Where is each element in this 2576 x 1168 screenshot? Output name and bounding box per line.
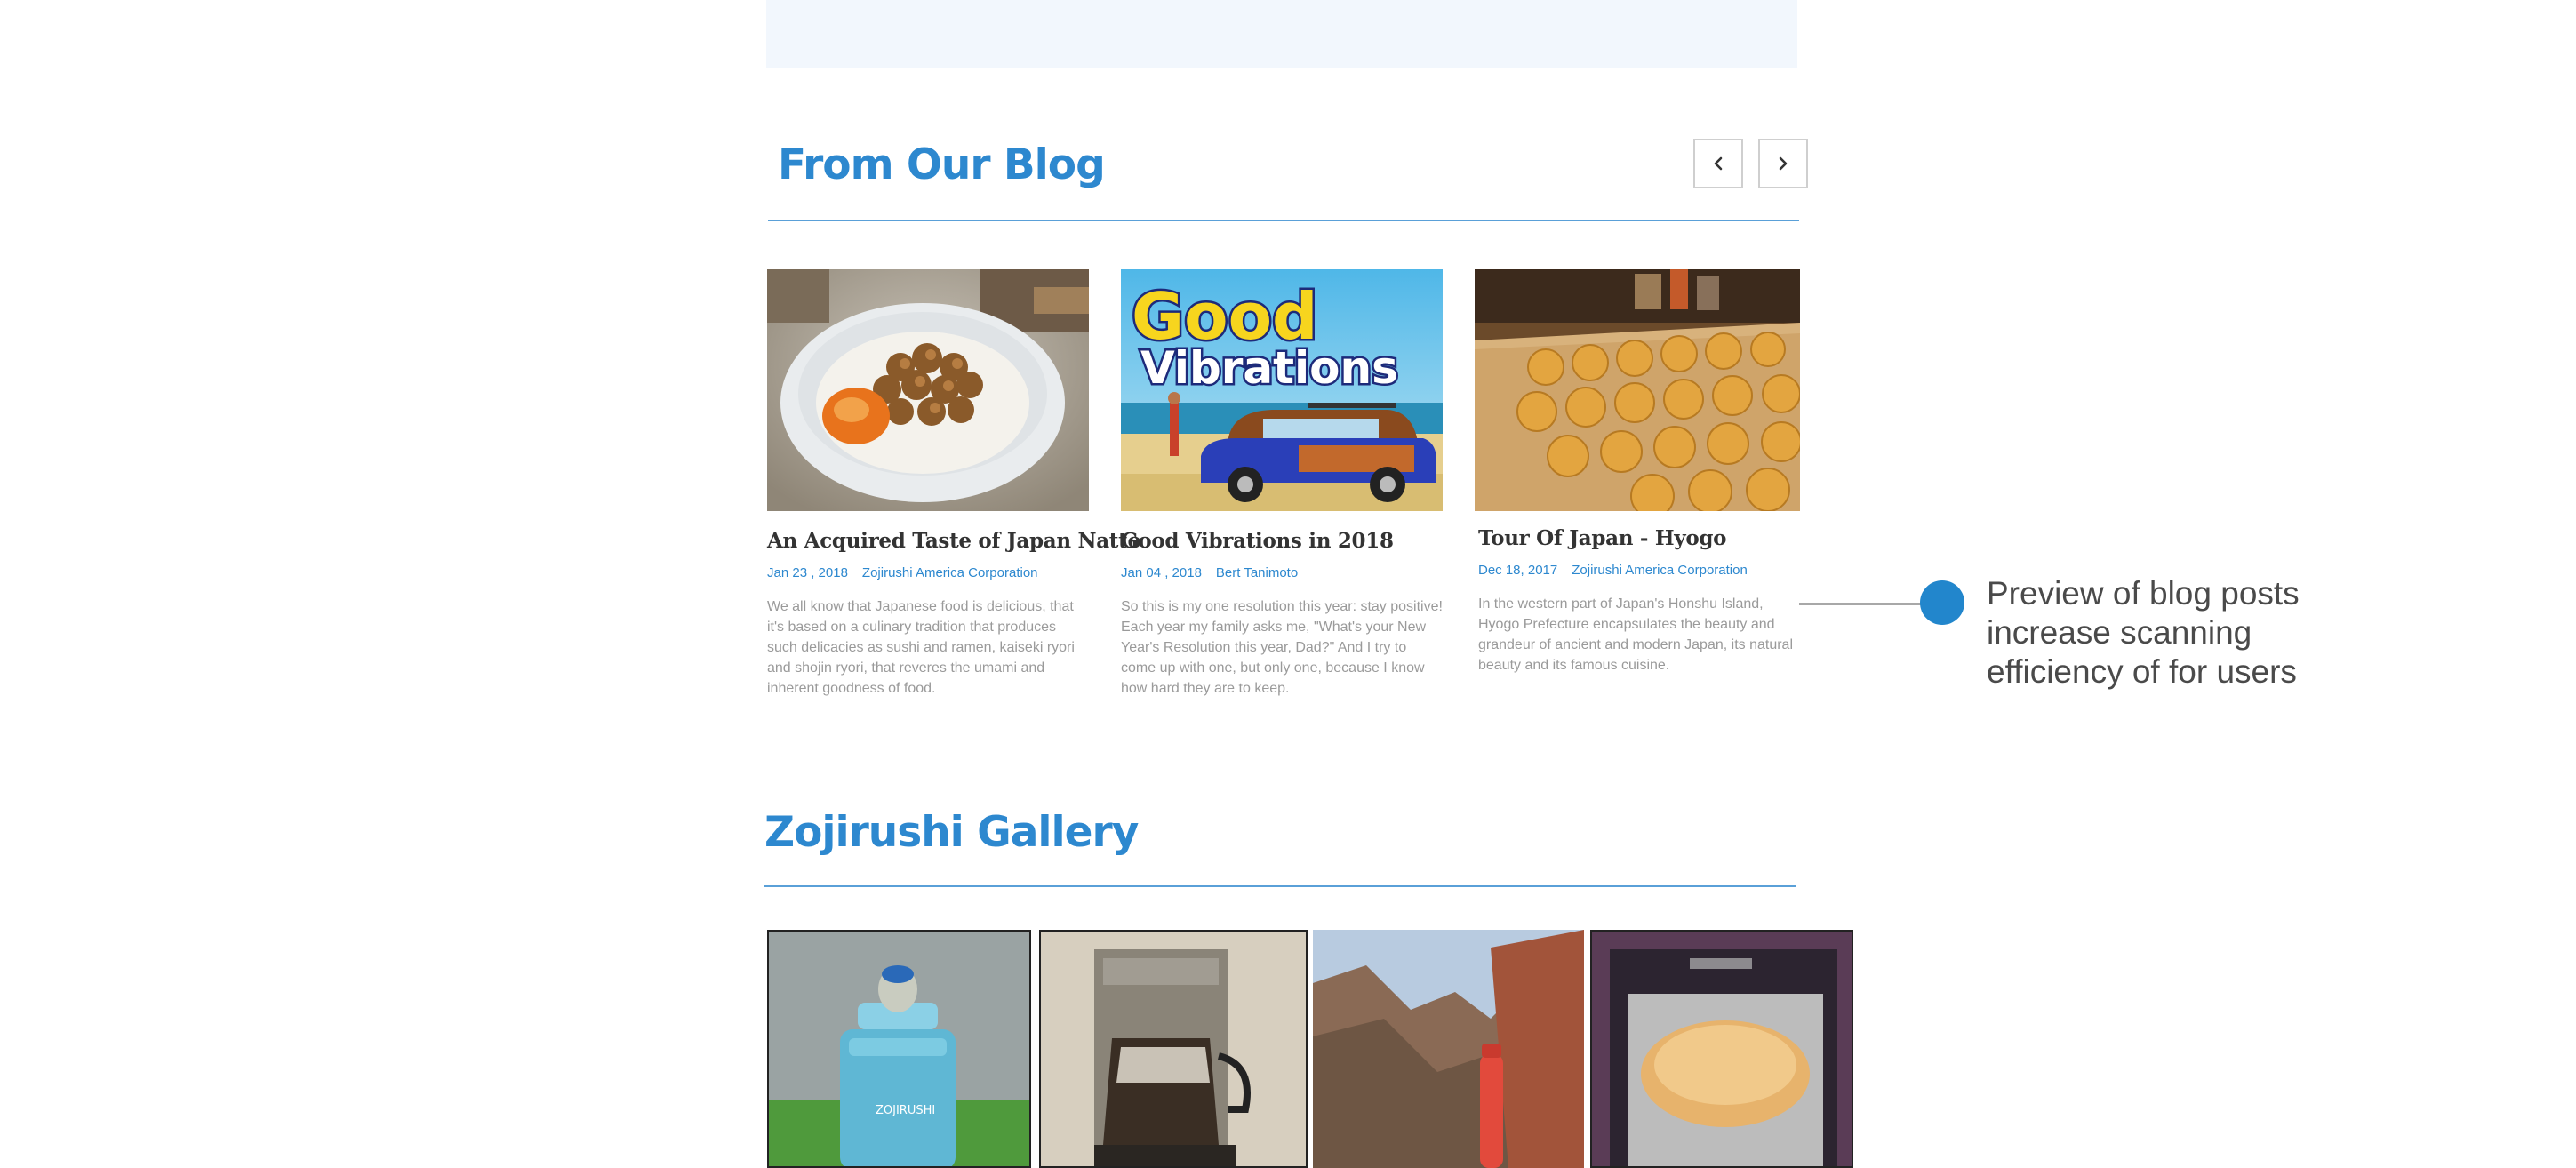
chevron-right-icon — [1779, 156, 1788, 171]
blog-card-author[interactable]: Bert Tanimoto — [1216, 565, 1298, 580]
blog-card-title[interactable]: An Acquired Taste of Japan Natto — [767, 529, 1141, 553]
blog-card-date: Dec 18, 2017 — [1478, 563, 1558, 578]
gallery-item-bread-maker[interactable] — [1590, 930, 1853, 1168]
callout-connector — [1799, 603, 1931, 605]
callout-marker — [1920, 580, 1964, 625]
blog-card[interactable]: Tour Of Japan - Hyogo Dec 18, 2017 Zojiru… — [1475, 269, 1800, 676]
blog-card-title[interactable]: Good Vibrations in 2018 — [1121, 529, 1443, 553]
gallery-item-canyon-bottle[interactable] — [1313, 930, 1584, 1168]
blog-section-title: From Our Blog — [778, 140, 1106, 189]
gallery-item-food-jar[interactable]: ZOJIRUSHI — [767, 930, 1031, 1168]
callout-text: Preview of blog posts increase scanning … — [1987, 575, 2300, 690]
blog-prev-button[interactable] — [1693, 139, 1743, 188]
page: From Our Blog An Acquired Taste of Japan… — [0, 0, 2576, 1168]
gallery-item-coffee-maker[interactable] — [1039, 930, 1308, 1168]
blog-next-button[interactable] — [1758, 139, 1808, 188]
blog-card[interactable]: Good Vibrations Good Vibrations in 2018 … — [1121, 269, 1443, 699]
blog-card-excerpt: So this is my one resolution this year: … — [1121, 599, 1443, 696]
blog-card-image-hyogo[interactable] — [1475, 269, 1800, 511]
blog-card[interactable]: An Acquired Taste of Japan Natto Jan 23 … — [767, 269, 1141, 699]
blog-card-author[interactable]: Zojirushi America Corporation — [1572, 563, 1748, 578]
blog-divider — [768, 220, 1799, 221]
blog-card-date: Jan 04 , 2018 — [1121, 565, 1202, 580]
blog-card-excerpt: In the western part of Japan's Honshu Is… — [1478, 596, 1794, 673]
gallery-section-title: Zojirushi Gallery — [764, 808, 1139, 857]
top-banner — [766, 0, 1797, 68]
image-text-vibrations: Vibrations — [1140, 342, 1398, 394]
blog-card-title[interactable]: Tour Of Japan - Hyogo — [1475, 526, 1800, 550]
blog-card-meta: Jan 23 , 2018 Zojirushi America Corporati… — [767, 565, 1089, 580]
jar-brand-text: ZOJIRUSHI — [876, 1104, 935, 1117]
blog-card-meta: Dec 18, 2017 Zojirushi America Corporatio… — [1475, 563, 1800, 578]
blog-card-image-natto[interactable] — [767, 269, 1089, 511]
blog-card-meta: Jan 04 , 2018 Bert Tanimoto — [1121, 565, 1443, 580]
blog-card-author[interactable]: Zojirushi America Corporation — [862, 565, 1038, 580]
chevron-left-icon — [1714, 156, 1723, 171]
gallery-divider — [764, 885, 1796, 887]
blog-card-image-good-vibrations[interactable]: Good Vibrations — [1121, 269, 1443, 511]
blog-card-excerpt: We all know that Japanese food is delici… — [767, 599, 1075, 696]
blog-card-date: Jan 23 , 2018 — [767, 565, 848, 580]
